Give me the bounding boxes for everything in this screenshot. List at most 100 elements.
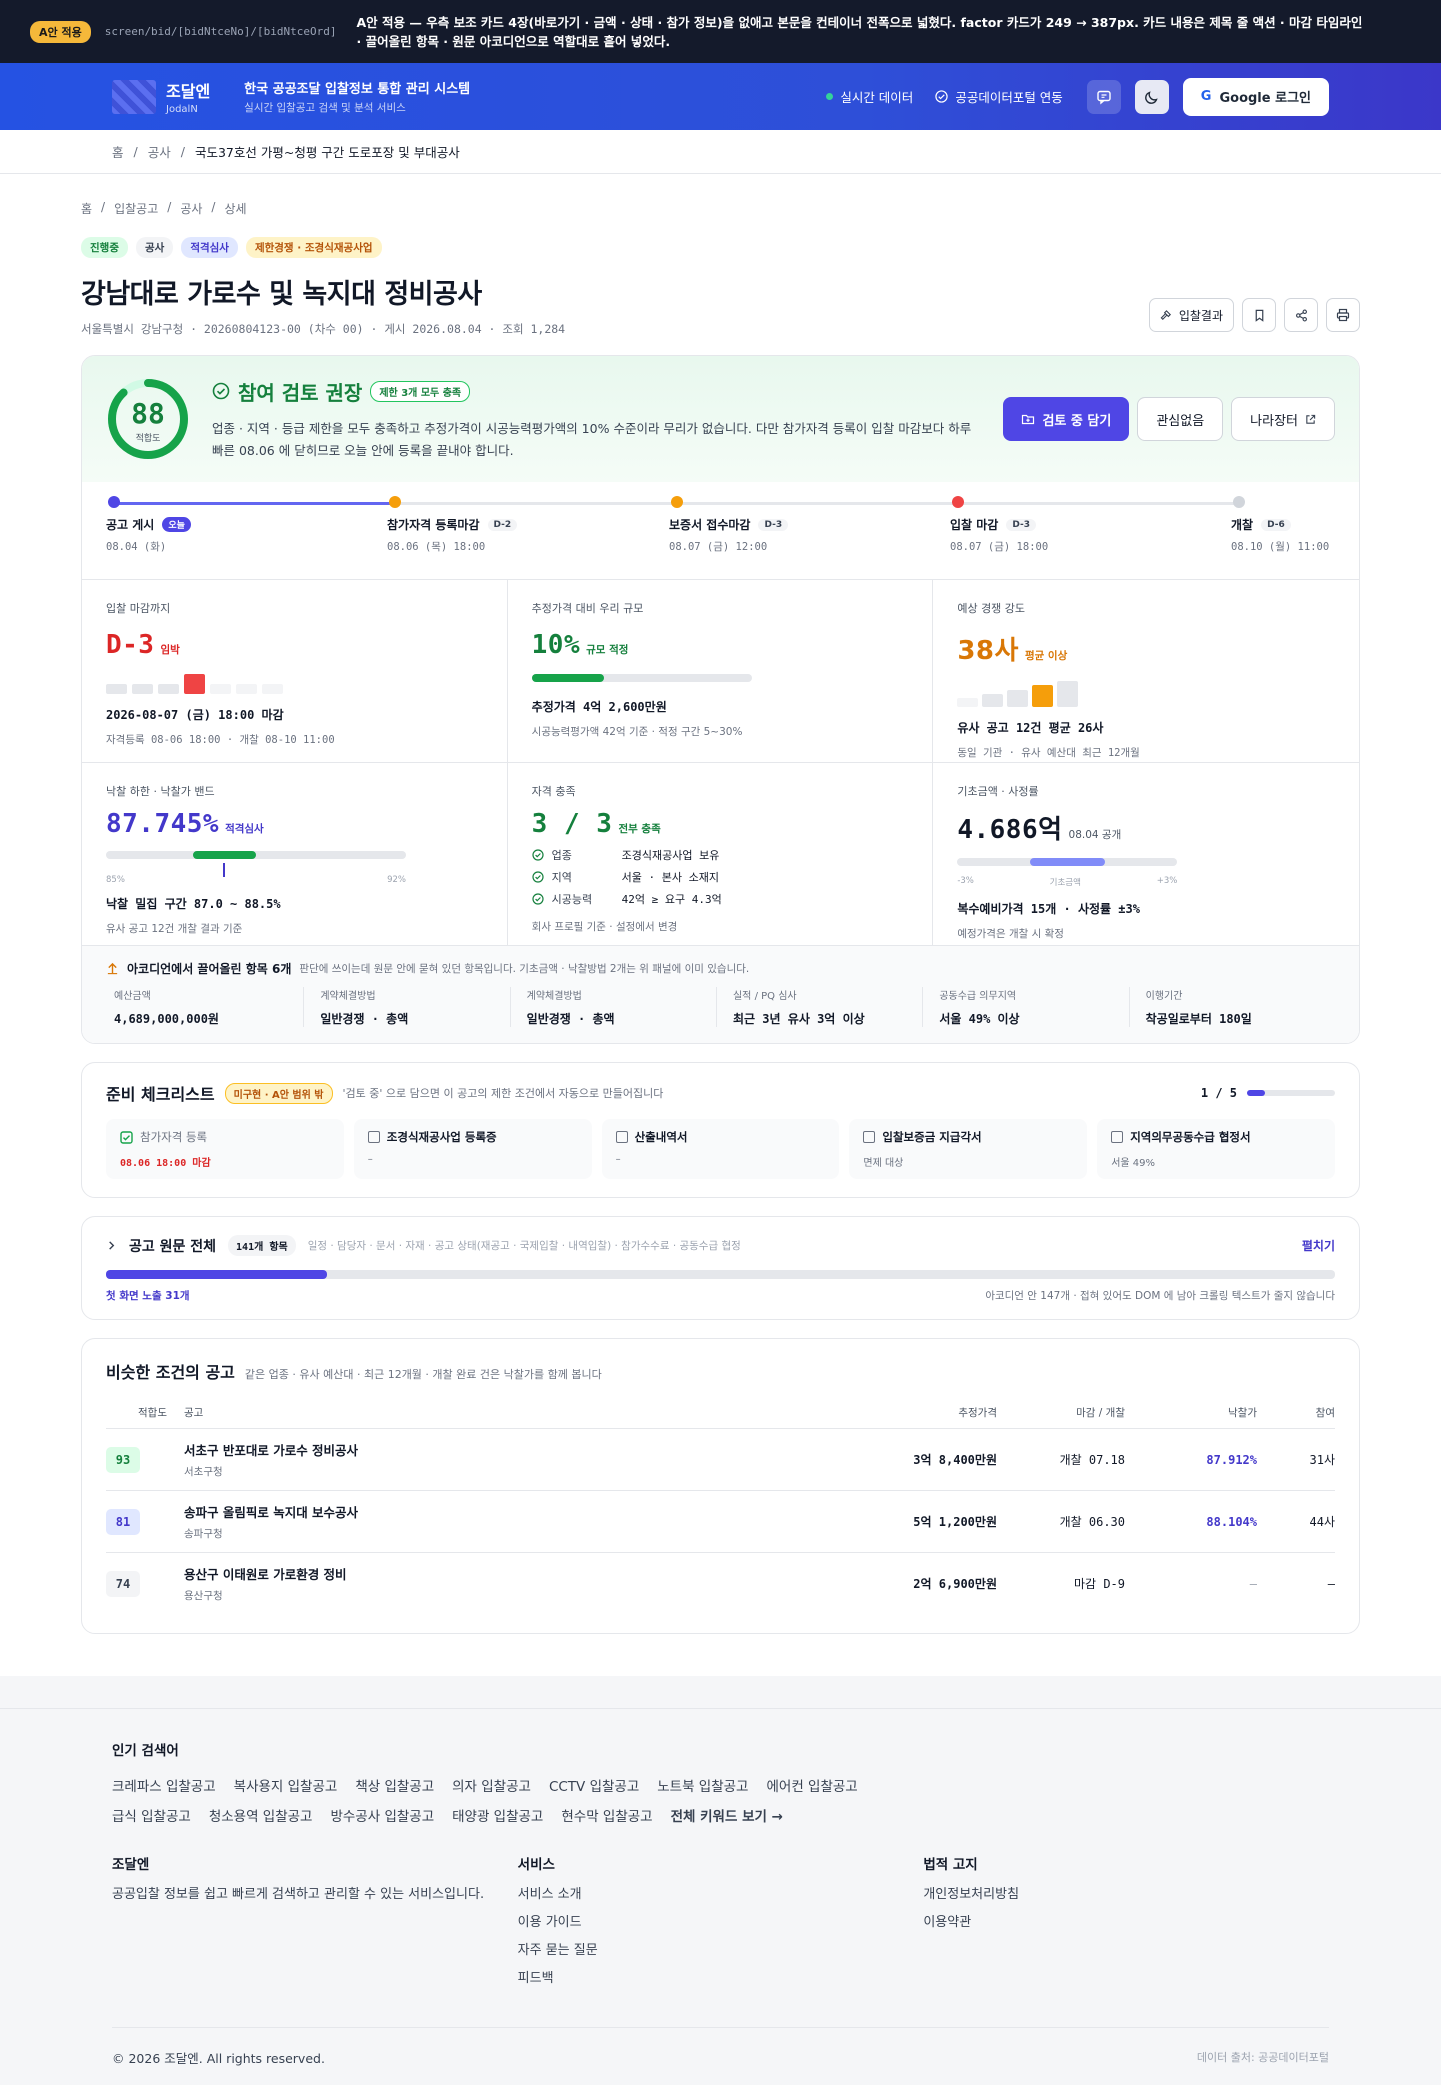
scale-bar-fill: [531, 674, 605, 682]
item-sub: 서울 49%: [1111, 1158, 1155, 1169]
restriction-badge: 제한경쟁 · 조경식재공사업: [245, 237, 382, 258]
step-badge: D-2: [487, 518, 518, 531]
keyword-link[interactable]: 책상 입찰공고: [355, 1775, 434, 1795]
narajangter-link[interactable]: 나라장터: [1231, 397, 1335, 441]
table-row[interactable]: 74 용산구 이태원로 가로환경 정비 용산구청 2억 6,900만원 마감 D-…: [106, 1553, 1335, 1615]
keyword-link[interactable]: 현수막 입찰공고: [561, 1805, 652, 1825]
footer-link[interactable]: 피드백: [518, 1969, 924, 1989]
metric-sub: 회사 프로필 기준 · 설정에서 변경: [531, 921, 678, 933]
metric-detail: 유사 공고 12건 평균 26사: [957, 721, 1104, 735]
keyword-link[interactable]: 방수공사 입찰공고: [330, 1805, 434, 1825]
notice-name[interactable]: 용산구 이태원로 가로환경 정비: [184, 1564, 857, 1583]
bookmark-icon: [1255, 309, 1263, 322]
promoted-hint: 판단에 쓰이는데 원문 안에 묻혀 있던 항목입니다. 기초금액 · 낙찰방법 …: [299, 963, 750, 975]
checklist-item[interactable]: 조경식재공사업 등록증 –: [353, 1119, 592, 1179]
expand-toggle[interactable]: 펼치기: [1302, 1237, 1335, 1254]
original-title: 공고 원문 전체: [129, 1238, 217, 1255]
item-key: 계약체결방법: [526, 991, 582, 1002]
score-value: 88: [131, 397, 165, 430]
brand-en: JodalN: [166, 104, 198, 115]
page-title: 강남대로 가로수 및 녹지대 정비공사: [81, 279, 482, 310]
not-interested-button[interactable]: 관심없음: [1137, 397, 1224, 441]
checklist-item[interactable]: 참가자격 등록 08.06 18:00 마감: [106, 1119, 344, 1179]
crumb-home[interactable]: 홈: [81, 200, 92, 217]
keyword-link[interactable]: 태양광 입찰공고: [452, 1805, 543, 1825]
bid-result-button[interactable]: 입찰결과: [1148, 298, 1234, 332]
metric-value: 3 / 3: [531, 809, 613, 839]
notice-name[interactable]: 서초구 반포대로 가로수 정비공사: [184, 1440, 857, 1459]
keyword-link[interactable]: 크레파스 입찰공고: [112, 1775, 216, 1795]
keyword-link[interactable]: CCTV 입찰공고: [549, 1775, 639, 1795]
promoted-item: 계약체결방법 일반경쟁 · 총액: [509, 987, 716, 1027]
checklist-item[interactable]: 입찰보증금 지급각서 면제 대상: [849, 1119, 1088, 1179]
dark-mode-button[interactable]: [1134, 79, 1169, 114]
google-login-button[interactable]: G Google 로그인: [1182, 77, 1329, 116]
checkbox-icon: [863, 1131, 876, 1143]
metric-note: 규모 적정: [586, 644, 629, 656]
crumb-bids[interactable]: 입찰공고: [114, 200, 158, 217]
base-range-bar: [957, 858, 1178, 866]
brand[interactable]: 조달엔 JodalN: [166, 78, 210, 115]
print-button[interactable]: [1326, 298, 1360, 332]
status-badge: 진행중: [81, 237, 128, 258]
keyword-link[interactable]: 노트북 입찰공고: [657, 1775, 748, 1795]
all-keywords-link[interactable]: 전체 키워드 보기 →: [671, 1805, 783, 1825]
item-key: 계약체결방법: [320, 991, 376, 1002]
step-date: 08.04 (화): [106, 541, 167, 553]
data-source: 데이터 출처: 공공데이터포털: [1196, 2051, 1329, 2064]
footer-link[interactable]: 이용 가이드: [518, 1913, 924, 1933]
logo-icon[interactable]: [112, 79, 156, 114]
checklist-item[interactable]: 지역의무공동수급 협정서 서울 49%: [1097, 1119, 1335, 1179]
crumb-construction[interactable]: 공사: [180, 200, 202, 217]
segment: [158, 684, 179, 694]
footer-link[interactable]: 개인정보처리방침: [923, 1885, 1329, 1905]
qual-key: 시공능력: [551, 893, 593, 906]
keyword-link[interactable]: 청소용역 입찰공고: [209, 1805, 313, 1825]
timeline-step: 보증서 접수마감 D-3 08.07 (금) 12:00: [669, 496, 789, 554]
checkbox-icon: [367, 1131, 380, 1143]
segment: [210, 684, 231, 694]
crumb-category[interactable]: 공사: [148, 142, 171, 161]
verdict-badge: 제한 3개 모두 충족: [370, 380, 471, 402]
top-breadcrumb: 홈 / 공사 / 국도37호선 가평~청평 구간 도로포장 및 부대공사: [0, 130, 1441, 174]
decision-card: 88 적합도 참여 검토 권장 제한 3개 모두 충족 업종 · 지역 · 등급…: [81, 355, 1360, 1044]
not-interested-label: 관심없음: [1156, 413, 1205, 429]
progress-fill: [1247, 1090, 1265, 1096]
keyword-link[interactable]: 에어컨 입찰공고: [766, 1775, 857, 1795]
crumb-home[interactable]: 홈: [112, 142, 124, 161]
notice-name[interactable]: 송파구 올림픽로 녹지대 보수공사: [184, 1502, 857, 1521]
segment: [262, 684, 283, 694]
agency: 서초구청: [184, 1466, 223, 1478]
exposed-count: 첫 화면 노출 31개: [106, 1290, 190, 1302]
bookmark-button[interactable]: [1242, 298, 1276, 332]
score-badge: 93: [106, 1446, 140, 1473]
footer-link[interactable]: 서비스 소개: [518, 1885, 924, 1905]
keyword-link[interactable]: 의자 입찰공고: [452, 1775, 531, 1795]
feedback-button[interactable]: [1086, 79, 1121, 114]
original-doc-accordion[interactable]: 공고 원문 전체 141개 항목 일정 · 담당자 · 문서 · 자재 · 공고…: [81, 1216, 1360, 1320]
table-row[interactable]: 93 서초구 반포대로 가로수 정비공사 서초구청 3억 8,400만원 개찰 0…: [106, 1428, 1335, 1491]
metric-value: D-3: [106, 630, 155, 660]
competition-metric: 예상 경쟁 강도 38사 평균 이상 유사 공고 12건 평균 26사 동일 기관…: [933, 580, 1359, 763]
exposure-fill: [106, 1270, 328, 1279]
rate: 87.912%: [1125, 1428, 1257, 1491]
checklist-title: 준비 체크리스트: [106, 1085, 215, 1104]
crumb-current: 국도37호선 가평~청평 구간 도로포장 및 부대공사: [194, 145, 460, 160]
share-button[interactable]: [1284, 298, 1318, 332]
keyword-link[interactable]: 복사용지 입찰공고: [234, 1775, 338, 1795]
keyword-list: 크레파스 입찰공고 복사용지 입찰공고 책상 입찰공고 의자 입찰공고 CCTV…: [112, 1775, 932, 1825]
footer-link[interactable]: 이용약관: [923, 1913, 1329, 1933]
base-range: [1029, 858, 1105, 866]
table-row[interactable]: 81 송파구 올림픽로 녹지대 보수공사 송파구청 5억 1,200만원 개찰 0…: [106, 1490, 1335, 1553]
applied-pill: A안 적용: [30, 20, 91, 43]
footer-link[interactable]: 자주 묻는 질문: [518, 1941, 924, 1961]
price: 2억 6,900만원: [913, 1577, 997, 1592]
add-to-review-button[interactable]: 검토 중 담기: [1003, 397, 1130, 441]
checklist-item[interactable]: 산출내역서 –: [601, 1119, 840, 1179]
item-key: 공동수급 의무지역: [939, 991, 1017, 1002]
qualification-row: 시공능력 42억 ≥ 요구 4.3억: [532, 891, 909, 907]
original-hint: 일정 · 담당자 · 문서 · 자재 · 공고 상태(재공고 · 국제입찰 · …: [307, 1240, 741, 1252]
item-value: 4,689,000,000원: [114, 1012, 219, 1026]
metric-label: 예상 경쟁 강도: [957, 602, 1026, 615]
keyword-link[interactable]: 급식 입찰공고: [112, 1805, 191, 1825]
